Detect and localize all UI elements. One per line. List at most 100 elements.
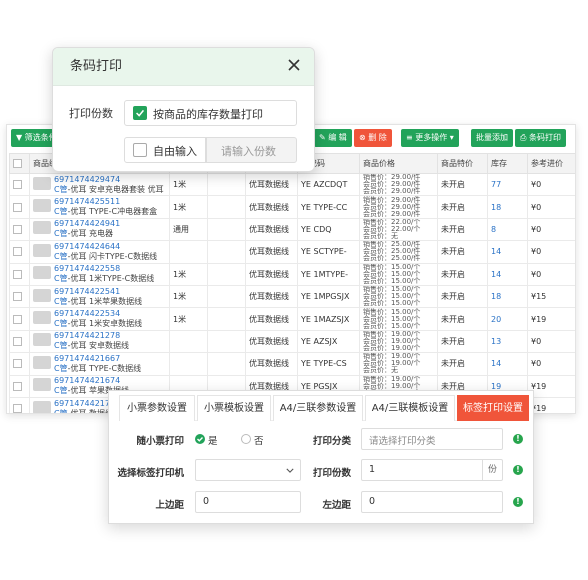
tab-label-print-settings[interactable]: 标签打印设置 [457,395,529,421]
label-printer-select[interactable] [195,459,301,481]
label-print-copies-input[interactable]: 1 份 [361,459,503,481]
product-code[interactable]: 6971474422541 [33,287,166,297]
tab-a4-params[interactable]: A4/三联参数设置 [273,395,363,421]
product-code[interactable]: 6971474421667 [33,354,166,364]
left-margin-input[interactable]: 0 [361,491,503,513]
row-select-cell[interactable] [9,172,30,197]
spec-cell [169,240,208,264]
table-row[interactable]: 6971474424644 C管-优耳 闪卡TYPE-C数据线 优耳数据线 YE SC… [9,240,575,264]
column-header[interactable]: 商品特价 [437,153,488,174]
product-code[interactable]: 6971474422558 [33,264,166,274]
select-all-checkbox[interactable] [13,159,22,168]
free-input-checkbox[interactable] [133,143,147,157]
row-checkbox[interactable] [13,180,22,190]
copies-input[interactable]: 请输入份数 [206,137,297,163]
row-select-cell[interactable] [9,307,30,331]
row-select-cell[interactable] [9,217,30,242]
barcode-print-button[interactable]: ⎙ 条码打印 [515,129,566,147]
stock-cell[interactable]: 8 [487,217,528,242]
row-select-cell[interactable] [9,284,30,309]
stock-cell[interactable]: 14 [487,262,528,286]
color-cell [207,195,246,219]
table-row[interactable]: 6971474424941 C管-优耳 充电器 通用 优耳数据线 YE CDQ 销售价：2… [9,217,575,242]
stock-quantity-option[interactable]: 按商品的库存数量打印 [124,100,297,126]
product-cell: 6971474424941 C管-优耳 充电器 [29,217,170,242]
stock-cell[interactable]: 18 [487,195,528,219]
stock-cell[interactable]: 14 [487,240,528,264]
product-code[interactable]: 6971474424941 [33,219,166,229]
row-select-cell[interactable] [9,240,30,264]
info-icon[interactable]: ! [513,434,523,444]
stock-cell[interactable]: 77 [487,172,528,197]
product-code[interactable]: 6971474422534 [33,309,166,319]
row-select-cell[interactable] [9,262,30,286]
barcode-print-label: 条码打印 [528,133,561,142]
table-row[interactable]: 6971474429474 C管-优耳 安卓充电器套装 优耳 1米 优耳数据线 YE A… [9,172,575,197]
product-name: C管-优耳 闪卡TYPE-C数据线 [33,252,166,262]
column-header[interactable]: 库存 [487,153,528,174]
row-checkbox[interactable] [13,292,22,302]
info-icon[interactable]: ! [513,497,523,507]
more-actions-button[interactable]: ≡ 更多操作 ▾ [401,129,459,147]
info-icon[interactable]: ! [513,465,523,475]
column-header[interactable]: 参考进价 [527,153,575,174]
product-code[interactable]: 6971474421674 [33,376,166,386]
row-checkbox[interactable] [13,314,22,324]
row-checkbox[interactable] [13,247,22,257]
product-code[interactable]: 6971474425511 [33,197,166,207]
product-code[interactable]: 6971474429474 [33,175,166,185]
product-name-text: -优耳 1米苹果数据线 [67,296,143,306]
mnemonic-cell: YE 1MTYPE- [297,262,360,286]
row-checkbox[interactable] [13,202,22,212]
row-checkbox[interactable] [13,381,22,391]
receipt-print-label: 随小票打印 [136,436,184,447]
print-category-select[interactable]: 请选择打印分类 [361,428,503,450]
top-margin-input[interactable]: 0 [195,491,301,513]
delete-button[interactable]: ⊗ 删 除 [354,129,392,147]
edit-button[interactable]: ✎ 编 辑 [314,129,352,147]
cost-cell: ¥19 [527,307,575,331]
table-row[interactable]: 6971474421278 C管-优耳 安卓数据线 优耳数据线 YE AZSJX 销售价… [9,329,575,354]
table-row[interactable]: 6971474422534 C管-优耳 1米安卓数据线 1米 优耳数据线 YE 1MAZ… [9,307,575,331]
stock-cell[interactable]: 18 [487,284,528,309]
tab-receipt-params[interactable]: 小票参数设置 [119,395,195,421]
category-cell: 优耳数据线 [245,172,298,197]
table-row[interactable]: 6971474421667 C管-优耳 TYPE-C数据线 优耳数据线 YE TYPE… [9,352,575,376]
stock-cell[interactable]: 20 [487,307,528,331]
tab-receipt-template[interactable]: 小票模板设置 [197,395,271,421]
row-select-cell[interactable] [9,396,30,413]
product-image-icon [33,311,51,325]
batch-add-button[interactable]: 批量添加 [471,129,513,147]
row-checkbox[interactable] [13,359,22,369]
row-select-cell[interactable] [9,352,30,376]
row-select-cell[interactable] [9,195,30,219]
row-checkbox[interactable] [13,224,22,234]
column-header[interactable]: 商品价格 [359,153,438,174]
spec-cell: 1米 [169,195,208,219]
member-price: 会员价：无 [363,366,398,375]
product-image-icon [33,176,51,190]
tab-a4-template[interactable]: A4/三联模板设置 [365,395,455,421]
row-checkbox[interactable] [13,336,22,346]
row-select-cell[interactable] [9,329,30,354]
row-checkbox[interactable] [13,269,22,279]
stock-quantity-checkbox[interactable] [133,106,147,120]
receipt-print-yes-label: 是 [208,436,218,447]
table-row[interactable]: 6971474425511 C管-优耳 TYPE-C冲电器套盒 1米 优耳数据线 YE … [9,195,575,219]
product-code[interactable]: 6971474424644 [33,242,166,252]
product-code[interactable]: 6971474421278 [33,331,166,341]
price-cell: 销售价：19.00/个会员价：19.00/个会员价：19.00/个 [359,329,438,354]
receipt-print-yes-radio[interactable] [195,434,205,444]
product-image-icon [33,221,51,235]
close-icon[interactable] [288,59,300,71]
free-input-option[interactable]: 自由输入 [124,137,206,163]
table-row[interactable]: 6971474422558 C管-优耳 1米TYPE-C数据线 1米 优耳数据线 YE … [9,262,575,286]
row-checkbox[interactable] [13,404,22,413]
stock-cell[interactable]: 14 [487,352,528,376]
select-all-header[interactable] [9,153,30,174]
cost-cell: ¥15 [527,284,575,309]
receipt-print-no-radio[interactable] [241,434,251,444]
stock-cell[interactable]: 13 [487,329,528,354]
table-row[interactable]: 6971474422541 C管-优耳 1米苹果数据线 1米 优耳数据线 YE 1MPG… [9,284,575,309]
row-select-cell[interactable] [9,374,30,398]
